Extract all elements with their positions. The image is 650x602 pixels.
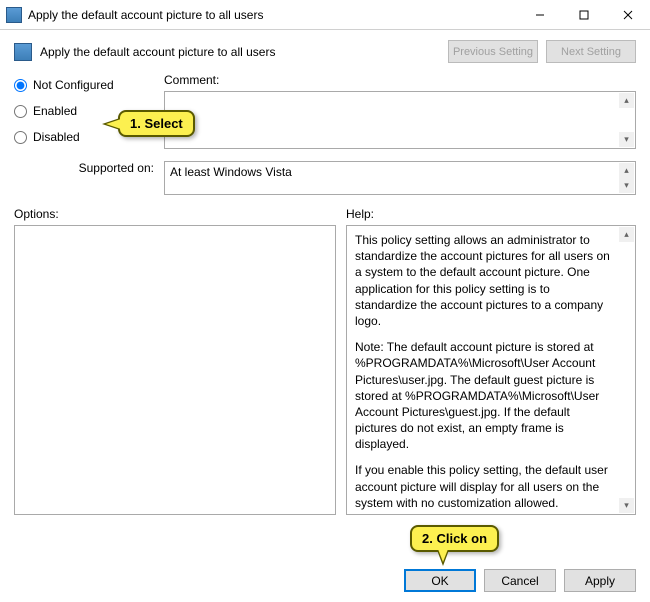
close-button[interactable] <box>606 0 650 29</box>
scroll-down-icon[interactable]: ▾ <box>619 178 634 193</box>
radio-disabled-label: Disabled <box>33 130 80 144</box>
options-label: Options: <box>14 207 346 221</box>
help-paragraph: If you enable this policy setting, the d… <box>355 462 613 511</box>
comment-label: Comment: <box>164 73 636 87</box>
help-label: Help: <box>346 207 636 221</box>
radio-disabled[interactable] <box>14 131 27 144</box>
window-title: Apply the default account picture to all… <box>28 8 518 22</box>
radio-enabled[interactable] <box>14 105 27 118</box>
scroll-up-icon[interactable]: ▴ <box>619 227 634 242</box>
next-setting-button[interactable]: Next Setting <box>546 40 636 63</box>
annotation-callout-click: 2. Click on <box>410 525 499 552</box>
scroll-up-icon[interactable]: ▴ <box>619 93 634 108</box>
scroll-up-icon[interactable]: ▴ <box>619 163 634 178</box>
options-pane <box>14 225 336 515</box>
radio-not-configured[interactable] <box>14 79 27 92</box>
annotation-callout-select: 1. Select <box>118 110 195 137</box>
radio-not-configured-label: Not Configured <box>33 78 114 92</box>
previous-setting-button[interactable]: Previous Setting <box>448 40 538 63</box>
supported-on-label: Supported on: <box>14 161 164 175</box>
supported-on-box: At least Windows Vista ▴ ▾ <box>164 161 636 195</box>
page-title: Apply the default account picture to all… <box>40 45 448 59</box>
policy-icon <box>14 43 32 61</box>
maximize-button[interactable] <box>562 0 606 29</box>
scroll-down-icon[interactable]: ▾ <box>619 132 634 147</box>
titlebar[interactable]: Apply the default account picture to all… <box>0 0 650 30</box>
help-pane: This policy setting allows an administra… <box>346 225 636 515</box>
supported-on-text: At least Windows Vista <box>165 162 635 182</box>
minimize-button[interactable] <box>518 0 562 29</box>
comment-textarea[interactable]: ▴ ▾ <box>164 91 636 149</box>
scroll-down-icon[interactable]: ▾ <box>619 498 634 513</box>
cancel-button[interactable]: Cancel <box>484 569 556 592</box>
dialog-footer: OK Cancel Apply <box>0 559 650 602</box>
help-paragraph: Note: The default account picture is sto… <box>355 339 613 452</box>
radio-enabled-label: Enabled <box>33 104 77 118</box>
apply-button[interactable]: Apply <box>564 569 636 592</box>
help-paragraph: This policy setting allows an administra… <box>355 232 613 329</box>
app-icon <box>6 7 22 23</box>
ok-button[interactable]: OK <box>404 569 476 592</box>
